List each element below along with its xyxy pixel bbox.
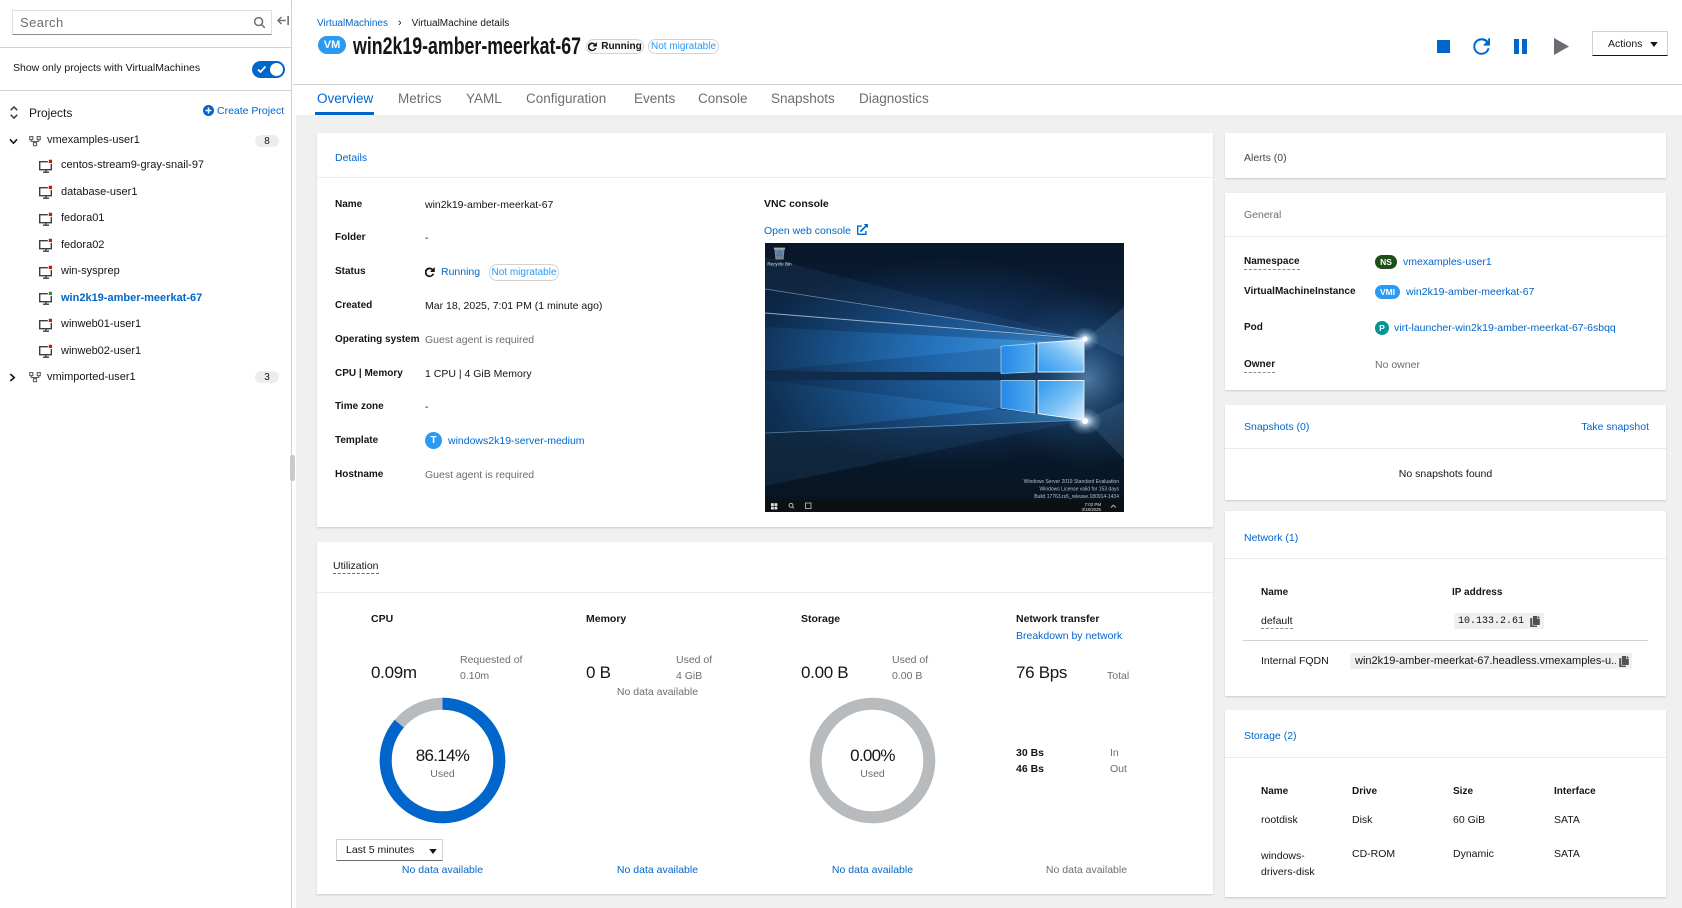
svg-text:3/18/2025: 3/18/2025	[1081, 507, 1101, 512]
svg-text:Windows Server 2019 Standard E: Windows Server 2019 Standard Evaluation	[1024, 479, 1120, 485]
svg-text:Recycle Bin: Recycle Bin	[767, 262, 792, 267]
svg-text:Build 17763.rs5_release.180914: Build 17763.rs5_release.180914-1434	[1034, 494, 1119, 500]
svg-text:Windows License valid for 153: Windows License valid for 153 days	[1040, 487, 1120, 493]
